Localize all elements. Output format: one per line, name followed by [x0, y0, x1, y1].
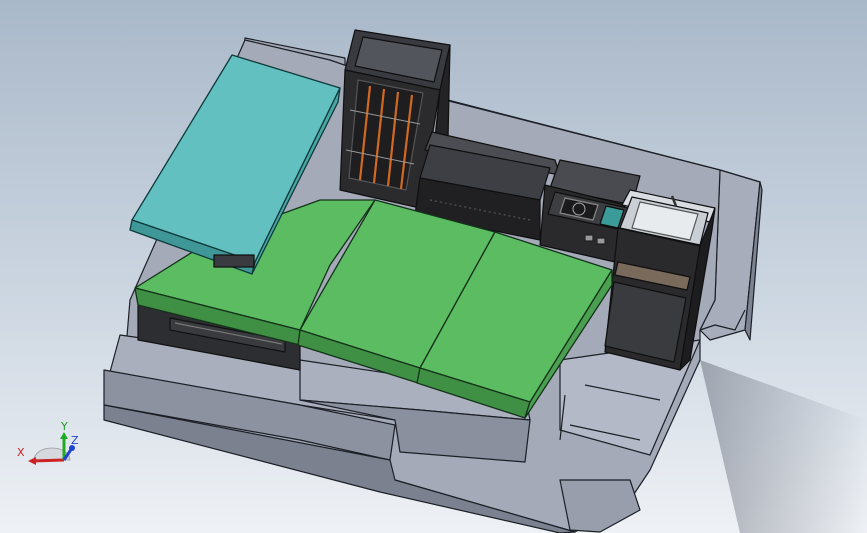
- ground-shadow: [700, 360, 867, 533]
- axis-y-label: Y: [60, 420, 68, 433]
- axis-x-arrow-icon: [28, 457, 36, 465]
- axis-x-line: [31, 458, 65, 463]
- stove-knob-2: [596, 237, 606, 245]
- axis-x-label: X: [17, 446, 25, 459]
- axis-z-label: Z: [71, 434, 79, 447]
- axis-triad: X Y Z: [17, 420, 79, 465]
- front-right-bump: [559, 479, 641, 533]
- fold-out-leg: [213, 254, 255, 268]
- cad-viewport[interactable]: X Y Z: [0, 0, 867, 533]
- axis-y-arrow-icon: [60, 432, 68, 439]
- camper-interior-model: [103, 29, 867, 533]
- stove-knob-1: [584, 234, 594, 242]
